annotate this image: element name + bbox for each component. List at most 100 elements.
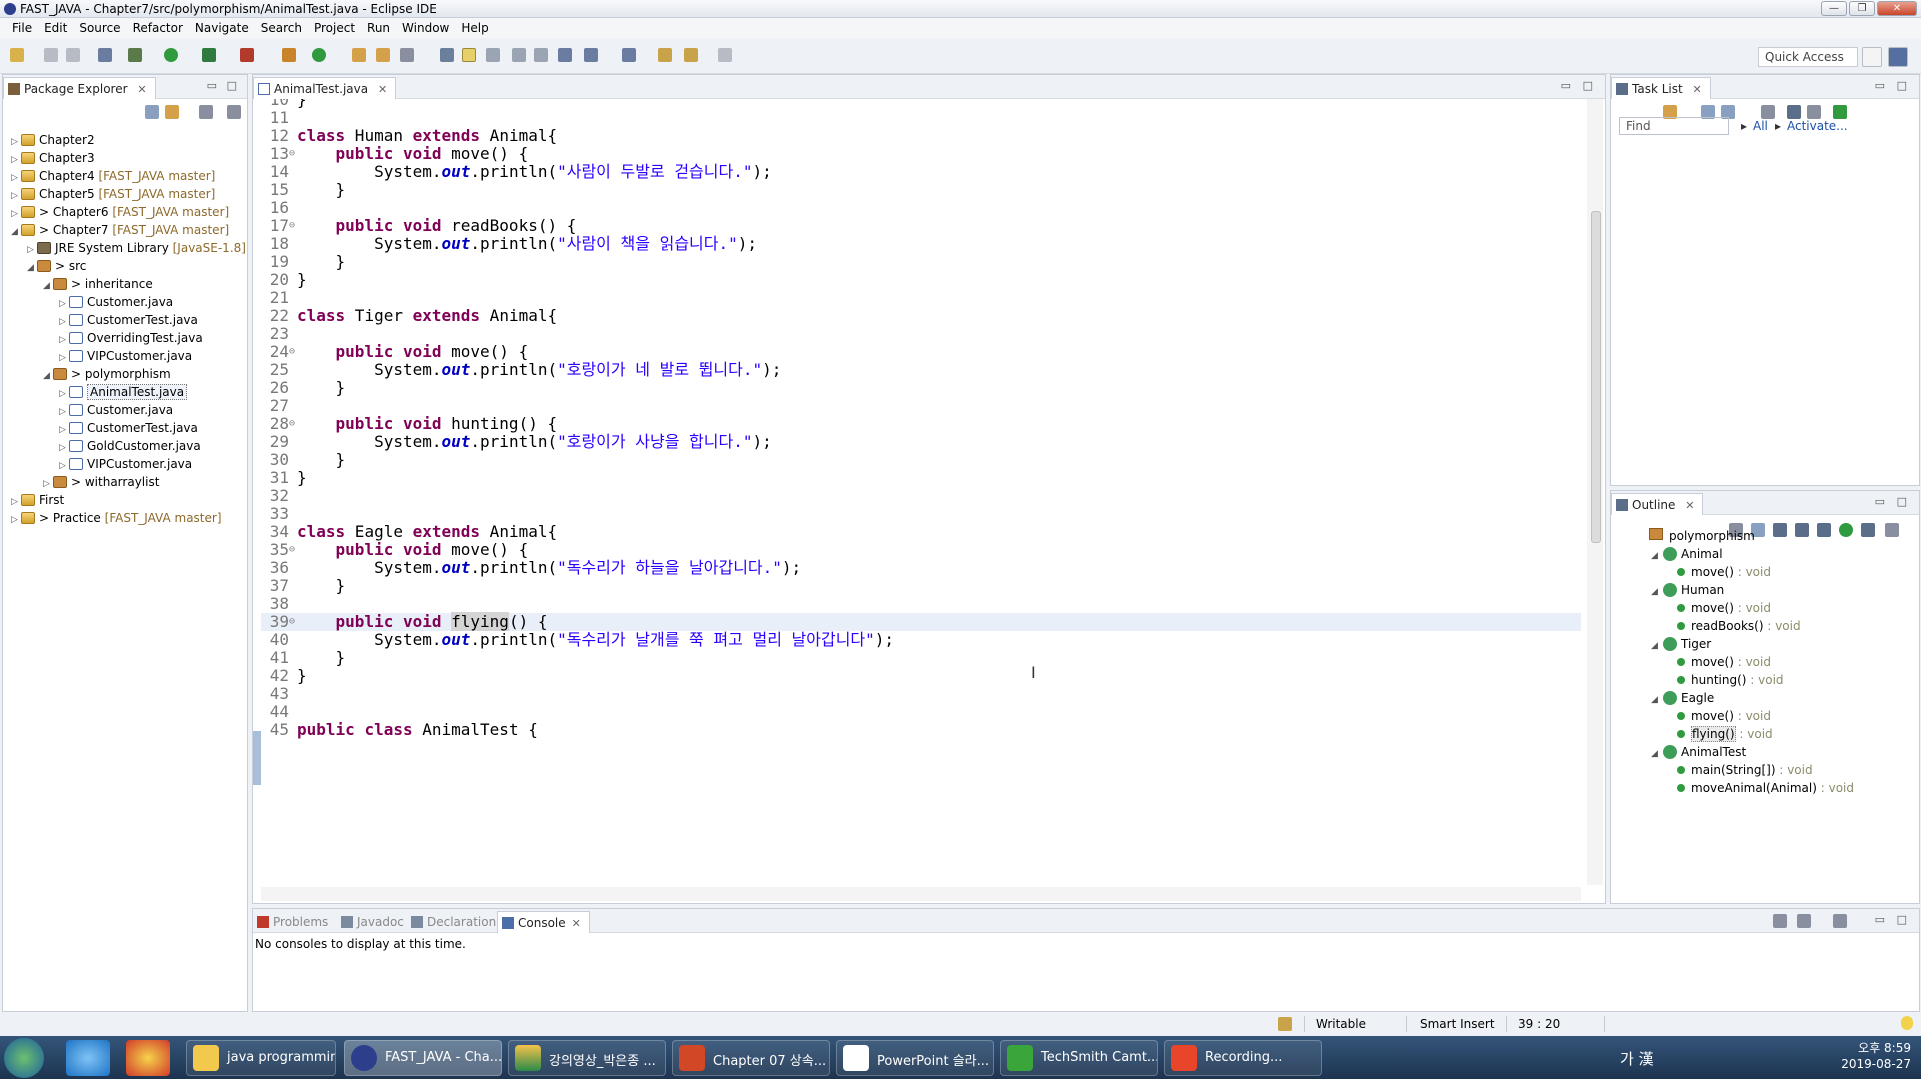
outline-item[interactable]: move() : void [1665,707,1771,725]
code-line[interactable]: 35▲⊖ public void move() { [261,541,1581,559]
tree-node-file[interactable]: ▷ VIPCustomer.java [59,347,192,365]
code-line[interactable]: 17 ⊖ public void readBooks() { [261,217,1581,235]
tree-node-chapter2[interactable]: ▷ Chapter2 [11,131,95,149]
open-console-icon[interactable] [1833,914,1847,928]
menu-edit[interactable]: Edit [38,18,73,38]
ie-icon[interactable] [66,1040,110,1076]
taskbar-item[interactable]: TechSmith Camt... [1000,1040,1158,1076]
close-icon[interactable]: ✕ [137,83,146,96]
fold-toggle-icon[interactable]: ⊖ [289,217,295,235]
maximize-icon[interactable]: □ [1897,495,1907,508]
code-line[interactable]: 20} [261,271,1581,289]
tree-node-file[interactable]: ▷ GoldCustomer.java [59,437,201,455]
word-wrap-icon[interactable] [512,48,526,62]
fold-toggle-icon[interactable]: ⊖ [289,541,295,559]
minimize-icon[interactable]: ▭ [1561,79,1571,92]
code-editor[interactable]: 10}1112 class Human extends Animal{13▲⊖ p… [261,99,1581,885]
tree-node-file[interactable]: ▷ OverridingTest.java [59,329,203,347]
display-console-icon[interactable] [1797,914,1811,928]
hide-completed-icon[interactable] [1787,105,1801,119]
tree-node-chapter3[interactable]: ▷ Chapter3 [11,149,95,167]
chrome-icon[interactable] [126,1040,170,1076]
tree-node-animaltest[interactable]: ▷ AnimalTest.java [59,383,188,401]
taskbar-item[interactable]: java programmin... [186,1040,336,1076]
quick-access-field[interactable]: Quick Access [1758,47,1858,67]
close-icon[interactable]: ✕ [572,917,581,930]
tree-node-chapter4[interactable]: ▷ Chapter4 [FAST_JAVA master] [11,167,215,185]
code-line[interactable]: 41 } [261,649,1581,667]
editor-vertical-scrollbar[interactable] [1587,99,1603,885]
block-selection-icon[interactable] [486,48,500,62]
fold-toggle-icon[interactable]: ⊖ [289,343,295,361]
outline-item[interactable]: hunting() : void [1665,671,1784,689]
menu-help[interactable]: Help [455,18,494,38]
outline-item[interactable]: ◢ AnimalTest [1651,743,1746,761]
hide-fields-icon[interactable] [1795,523,1809,537]
outline-item[interactable]: move() : void [1665,599,1771,617]
minimize-icon[interactable]: ▭ [1875,913,1885,926]
code-line[interactable]: 33 [261,505,1581,523]
outline-item[interactable]: move() : void [1665,563,1771,581]
code-line[interactable]: 14 System.out.println("사람이 두발로 걷습니다."); [261,163,1581,181]
tree-node-first[interactable]: ▷ First [11,491,64,509]
menu-navigate[interactable]: Navigate [189,18,255,38]
show-whitespace-icon[interactable] [534,48,548,62]
tab-javadoc[interactable]: Javadoc [337,911,412,933]
code-line[interactable]: 43 [261,685,1581,703]
close-icon[interactable]: ✕ [1693,83,1702,96]
pin-console-icon[interactable] [1773,914,1787,928]
taskbar-item[interactable]: Recording... [1164,1040,1322,1076]
minimize-button[interactable]: — [1821,1,1847,16]
view-menu-icon[interactable] [1885,523,1899,537]
tab-problems[interactable]: Problems [253,911,336,933]
maximize-icon[interactable]: □ [1583,79,1593,92]
tree-node-witharraylist[interactable]: ▷ > witharraylist [43,473,159,491]
scrollbar-thumb[interactable] [1591,211,1601,543]
tab-task-list[interactable]: Task List ✕ [1611,77,1711,99]
tree-node-file[interactable]: ▷ CustomerTest.java [59,419,198,437]
tree-node-file[interactable]: ▷ Customer.java [59,401,173,419]
outline-item[interactable]: moveAnimal(Animal) : void [1665,779,1854,797]
menu-search[interactable]: Search [255,18,308,38]
tree-node-file[interactable]: ▷ Customer.java [59,293,173,311]
focus-icon[interactable] [1761,105,1775,119]
collapse-all-icon[interactable] [145,105,159,119]
tree-node-chapter6[interactable]: ▷ > Chapter6 [FAST_JAVA master] [11,203,229,221]
code-line[interactable]: 13▲⊖ public void move() { [261,145,1581,163]
code-line[interactable]: 28 ⊖ public void hunting() { [261,415,1581,433]
tab-animaltest[interactable]: AnimalTest.java ✕ [253,77,397,99]
taskbar-item-eclipse[interactable]: FAST_JAVA - Cha... [344,1040,502,1076]
menu-refactor[interactable]: Refactor [127,18,189,38]
debug-icon[interactable] [128,48,142,62]
activate-link[interactable]: Activate... [1787,119,1848,133]
tab-outline[interactable]: Outline ✕ [1611,493,1704,515]
minimize-icon[interactable]: ▭ [1875,495,1885,508]
maximize-icon[interactable]: □ [1897,913,1907,926]
code-line[interactable]: 18 System.out.println("사람이 책을 읽습니다."); [261,235,1581,253]
next-annotation-icon[interactable] [584,48,598,62]
save-icon[interactable] [44,48,58,62]
tab-console[interactable]: Console ✕ [497,911,590,933]
tab-declaration[interactable]: Declaration [407,911,504,933]
maximize-icon[interactable]: □ [227,79,237,92]
menu-window[interactable]: Window [396,18,455,38]
editor-horizontal-scrollbar[interactable] [261,887,1581,901]
start-button[interactable] [4,1038,44,1078]
focus-icon[interactable] [199,105,213,119]
all-link[interactable]: All [1753,119,1768,133]
fold-toggle-icon[interactable]: ⊖ [289,415,295,433]
code-line[interactable]: 36 System.out.println("독수리가 하늘을 날아갑니다.")… [261,559,1581,577]
code-line[interactable]: 26 } [261,379,1581,397]
code-line[interactable]: 16 [261,199,1581,217]
code-line[interactable]: 21 [261,289,1581,307]
code-line[interactable]: 38 [261,595,1581,613]
close-button[interactable]: ✕ [1877,1,1917,16]
open-type-icon[interactable] [352,48,366,62]
hide-local-types-icon[interactable] [1861,523,1875,537]
tree-node-jre[interactable]: ▷ JRE System Library [JavaSE-1.8] [27,239,246,257]
code-line[interactable]: 40 System.out.println("독수리가 날개를 쭉 펴고 멀리 … [261,631,1581,649]
code-line[interactable]: 12 class Human extends Animal{ [261,127,1581,145]
tree-node-chapter7[interactable]: ◢ > Chapter7 [FAST_JAVA master] [11,221,229,239]
code-line[interactable]: 10} [261,99,1581,109]
code-line[interactable]: 23 [261,325,1581,343]
